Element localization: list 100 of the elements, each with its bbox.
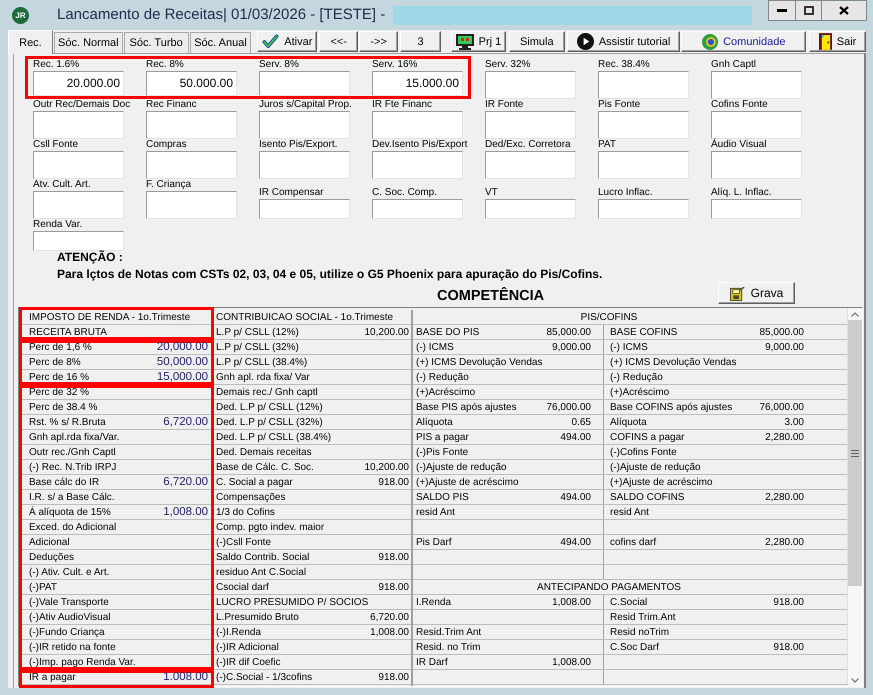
field-label: Rec Financ [146,99,197,111]
input-field[interactable] [33,151,124,179]
field-label: Alíq. L. Inflac. [711,187,772,199]
input-field[interactable] [485,151,576,179]
row-label: residuo Ant C.Social [216,566,306,578]
row-label: (+)Acréscimo [610,386,670,398]
input-field[interactable] [598,71,689,99]
row-value: 2,280.00 [765,490,804,504]
row-label: (-)Imp. pago Renda Var. [29,656,136,668]
scroll-down-icon[interactable] [851,678,859,682]
column-header: ANTECIPANDO PAGAMENTOS [537,580,681,594]
input-field[interactable] [485,199,576,219]
input-field[interactable] [598,151,689,179]
row-label: SALDO COFINS [610,490,684,504]
toolbar-button[interactable]: Prj 1 [450,31,506,52]
tab[interactable]: Sóc. Turbo [124,32,189,53]
input-field[interactable] [598,199,689,219]
row-label: CONTRIBUICAO SOCIAL - 1o.Trimeste [216,310,394,324]
field-label: Serv. 32% [485,59,530,71]
toolbar-button[interactable]: Comunidade [681,31,806,52]
input-field[interactable] [33,231,124,251]
row-value: 10,200.00 [364,460,409,474]
field-label: Dev.Isento Pis/Export [372,139,468,151]
section-title: COMPETÊNCIA [437,289,544,304]
input-field[interactable] [598,111,689,139]
input-field[interactable] [711,111,802,139]
toolbar-button[interactable]: <<- [319,31,358,52]
scroll-up-icon[interactable] [851,312,859,316]
input-field[interactable] [146,151,237,179]
input-field[interactable] [711,199,802,219]
row-value: 1,008.00 [163,505,208,519]
input-field[interactable] [146,191,237,219]
row-label: C. Social a pagar [216,476,293,488]
row-value: 20,000.00 [156,340,208,354]
row-label: Resid Trim.Ant [610,610,676,624]
maximize-button[interactable] [796,0,822,21]
row-label: (+)Ajuste de acréscimo [610,476,713,488]
field-label: Csll Fonte [33,139,78,151]
row-label: (-) Ativ. Cult. e Art. [29,566,110,578]
input-field[interactable] [33,191,124,219]
row-label: BASE DO PIS [416,326,480,338]
row-label: Comp. pgto indev. maior [216,520,324,534]
row-label: Pis Darf [416,536,452,548]
row-label: (+) ICMS Devolução Vendas [416,356,542,368]
input-field[interactable] [372,111,463,139]
field-label: Ded/Exc. Corretora [485,139,571,151]
toolbar-button[interactable]: Sair [809,31,866,52]
input-field[interactable] [259,111,350,139]
input-field[interactable] [372,199,463,219]
row-value: 2,280.00 [765,536,804,548]
input-field[interactable]: 20.000.00 [33,71,124,96]
input-field[interactable] [485,71,576,99]
toolbar-button[interactable]: 3 [400,31,441,52]
input-field[interactable] [259,71,350,96]
toolbar-button[interactable]: Assistir tutorial [566,31,680,52]
input-field[interactable]: 50.000.00 [146,71,237,96]
tab[interactable]: Sóc. Anual [190,32,252,53]
row-label: Saldo Contrib. Social [216,550,310,564]
row-label: Á alíquota de 15% [29,506,111,518]
row-value: 918.00 [378,476,409,488]
row-value: 494.00 [560,536,591,548]
input-field[interactable] [259,199,350,219]
toolbar-button[interactable]: ->> [359,31,398,52]
row-label: BASE COFINS [610,326,678,338]
row-label: Base cálc do IR [29,476,100,488]
input-field[interactable] [485,111,576,139]
row-label: Gnh apl. rda fixa/ Var [216,370,310,384]
input-field[interactable] [259,151,350,179]
minimize-button[interactable] [768,0,796,21]
toolbar-button[interactable]: Ativar [257,31,318,52]
close-button[interactable] [822,0,867,21]
row-label: Rst. % s/ R.Bruta [29,416,106,428]
input-field[interactable] [33,111,124,139]
field-label: Serv. 16% [372,59,418,71]
row-label: (-)PAT [29,580,57,594]
minimize-icon [777,9,787,12]
input-field[interactable] [711,71,802,99]
toolbar-button[interactable]: Simula [508,31,565,52]
save-button[interactable]: Grava [718,282,795,304]
input-field[interactable]: 15.000.00 [372,71,463,96]
notice-text: Para lçtos de Notas com CSTs 02, 03, 04 e 05, utilize o G5 Phoenix para apuração do Pis/Cofins. [57,268,604,281]
row-value: 6,720.00 [163,415,208,429]
row-label: Base PIS após ajustes [416,400,517,414]
field-label: Juros s/Capital Prop. [259,99,352,111]
row-label: L.P p/ CSLL (32%) [216,340,299,354]
row-label: Outr rec./Gnh Captl [29,446,116,458]
input-field[interactable] [711,151,802,179]
row-label: SALDO PIS [416,490,469,504]
row-label: Deduções [29,550,74,564]
scroll-thumb[interactable] [848,320,862,586]
input-field[interactable] [146,111,237,139]
grip-icon [851,450,859,456]
tab[interactable]: Sóc. Normal [54,32,123,53]
tab[interactable]: Rec. [8,30,53,54]
row-label: PIS a pagar [416,430,469,444]
scrollbar[interactable] [847,308,862,686]
row-value: 3.00 [784,416,804,428]
row-label: Ded. Demais receitas [216,446,312,458]
row-label: RECEITA BRUTA [29,326,107,338]
input-field[interactable] [372,151,463,179]
